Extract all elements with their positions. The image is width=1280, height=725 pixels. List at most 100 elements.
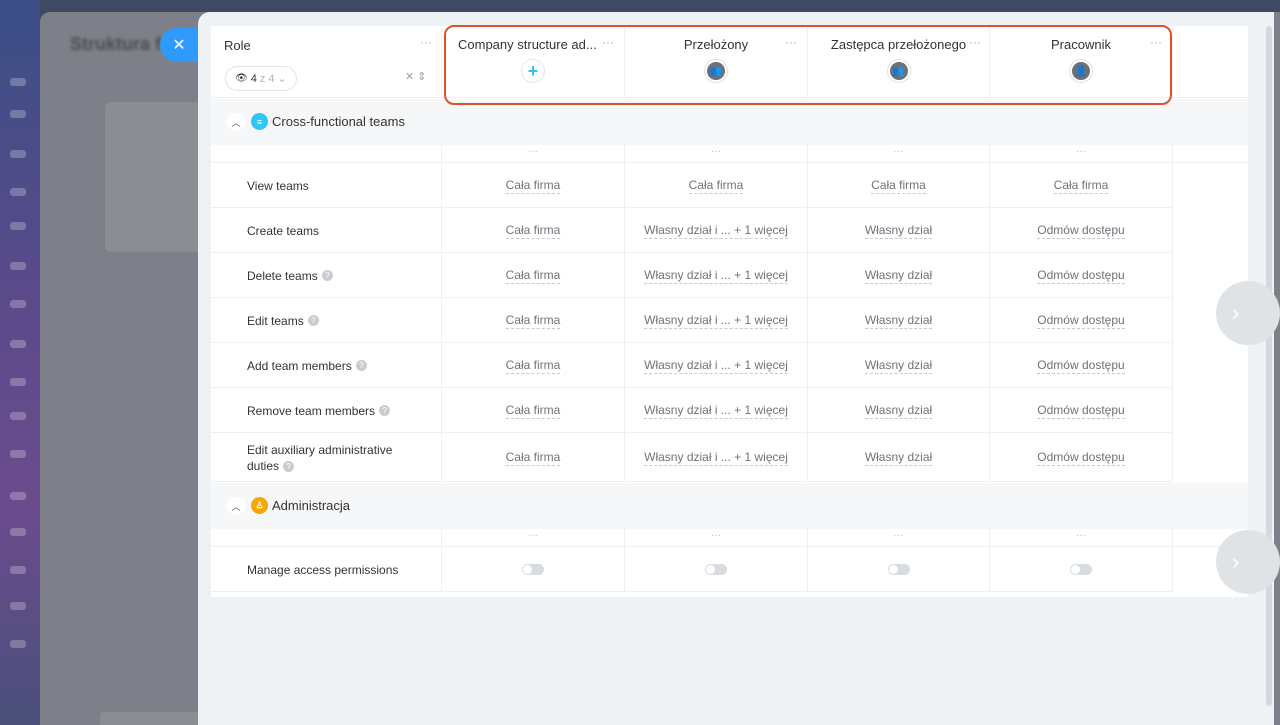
permission-value[interactable]: Odmów dostępu <box>990 343 1173 388</box>
section-cross-functional-teams: ︿ ≡ Cross-functional teams <box>211 99 1248 145</box>
section-title: Administracja <box>272 498 351 513</box>
permission-value[interactable]: Cała firma <box>442 433 625 482</box>
column-menu-icon[interactable]: ··· <box>602 35 614 49</box>
permission-value[interactable]: Cała firma <box>442 388 625 433</box>
permission-value[interactable]: Własny dział i ... + 1 więcej <box>625 208 808 253</box>
permission-toggle-cell <box>442 547 625 592</box>
close-slider-button[interactable]: ✕ <box>160 28 198 62</box>
permission-toggle-cell <box>625 547 808 592</box>
permission-value[interactable]: Własny dział i ... + 1 więcej <box>625 298 808 343</box>
permission-toggle[interactable] <box>522 564 544 575</box>
chevron-up-icon[interactable]: ︿ <box>227 497 245 515</box>
table-row: Create teams Cała firma Własny dział i .… <box>211 208 1173 253</box>
permission-value[interactable]: Własny dział <box>808 388 990 433</box>
row-label: Manage access permissions <box>211 547 442 592</box>
column-title: Zastępca przełożonego <box>830 37 967 52</box>
permission-toggle[interactable] <box>1070 564 1092 575</box>
role-menu-icon[interactable]: ··· <box>420 35 432 49</box>
permission-value[interactable]: Cała firma <box>625 163 808 208</box>
more-icon[interactable]: ··· <box>990 529 1173 547</box>
permission-toggle[interactable] <box>705 564 727 575</box>
row-label: Edit teams? <box>211 298 442 343</box>
column-menu-icon[interactable]: ··· <box>969 35 981 49</box>
row-label: Delete teams? <box>211 253 442 298</box>
permission-value[interactable]: Odmów dostępu <box>990 253 1173 298</box>
scrollbar[interactable] <box>1266 26 1272 706</box>
permission-value[interactable]: Własny dział <box>808 253 990 298</box>
help-icon[interactable]: ? <box>379 405 391 416</box>
column-menu-row: ··· ··· ··· ··· <box>211 529 1248 547</box>
permissions-table: Role ··· 👁 4 z 4 ⌄ ✕ ⇕ Company structure… <box>211 26 1248 597</box>
column-header-pracownik[interactable]: Pracownik ··· 👤 <box>990 26 1173 98</box>
more-icon[interactable]: ··· <box>990 145 1173 163</box>
table-row: Manage access permissions <box>211 547 1173 592</box>
collapse-expand-icons[interactable]: ✕ ⇕ <box>405 70 427 83</box>
permission-value[interactable]: Cała firma <box>442 208 625 253</box>
table-row: Remove team members? Cała firma Własny d… <box>211 388 1173 433</box>
column-header-company-admin[interactable]: Company structure ad... ··· + <box>442 26 625 98</box>
help-icon[interactable]: ? <box>355 360 367 371</box>
permission-value[interactable]: Odmów dostępu <box>990 388 1173 433</box>
column-menu-icon[interactable]: ··· <box>785 35 797 49</box>
more-icon[interactable]: ··· <box>625 529 808 547</box>
permission-value[interactable]: Własny dział <box>808 343 990 388</box>
eye-icon: 👁 <box>235 73 248 84</box>
more-icon[interactable]: ··· <box>625 145 808 163</box>
permission-value[interactable]: Odmów dostępu <box>990 298 1173 343</box>
permission-value[interactable]: Własny dział i ... + 1 więcej <box>625 253 808 298</box>
chevron-right-icon: › <box>1232 300 1240 325</box>
more-icon[interactable]: ··· <box>808 145 990 163</box>
help-icon[interactable]: ? <box>283 460 295 472</box>
help-icon[interactable]: ? <box>307 315 319 326</box>
plus-icon[interactable]: + <box>521 59 545 83</box>
group-icon: 👥 <box>704 59 728 83</box>
more-icon[interactable]: ··· <box>808 529 990 547</box>
table-header: Role ··· 👁 4 z 4 ⌄ ✕ ⇕ Company structure… <box>211 26 1248 98</box>
permission-value[interactable]: Odmów dostępu <box>990 433 1173 482</box>
admin-icon: ♙ <box>251 497 268 514</box>
permission-value[interactable]: Własny dział <box>808 208 990 253</box>
help-icon[interactable]: ? <box>321 270 333 281</box>
visible-roles-counter[interactable]: 👁 4 z 4 ⌄ <box>225 66 297 91</box>
column-menu-icon[interactable]: ··· <box>1150 35 1162 49</box>
permission-value[interactable]: Cała firma <box>808 163 990 208</box>
role-header: Role ··· 👁 4 z 4 ⌄ ✕ ⇕ <box>211 26 442 98</box>
chevron-down-icon: ⌄ <box>277 73 287 85</box>
chevron-right-icon: › <box>1232 549 1240 574</box>
permission-value[interactable]: Cała firma <box>990 163 1173 208</box>
more-icon[interactable]: ··· <box>442 529 625 547</box>
row-label: Remove team members? <box>211 388 442 433</box>
background-sidebar <box>0 0 40 725</box>
column-header-przelozony[interactable]: Przełożony ··· 👥 <box>625 26 808 98</box>
row-label: Create teams <box>211 208 442 253</box>
permission-value[interactable]: Cała firma <box>442 343 625 388</box>
permission-value[interactable]: Własny dział <box>808 433 990 482</box>
scroll-right-button[interactable]: › <box>1216 530 1280 594</box>
table-row: Delete teams? Cała firma Własny dział i … <box>211 253 1173 298</box>
permission-value[interactable]: Cała firma <box>442 163 625 208</box>
permission-toggle[interactable] <box>887 564 910 575</box>
more-icon[interactable]: ··· <box>442 145 625 163</box>
permission-value[interactable]: Własny dział i ... + 1 więcej <box>625 433 808 482</box>
permission-value[interactable]: Cała firma <box>442 253 625 298</box>
column-title: Company structure ad... <box>458 37 597 52</box>
column-header-zastepca[interactable]: Zastępca przełożonego ··· 👥 <box>808 26 990 98</box>
table-row: View teams Cała firma Cała firma Cała fi… <box>211 163 1173 208</box>
row-label: Add team members? <box>211 343 442 388</box>
permission-value[interactable]: Własny dział i ... + 1 więcej <box>625 343 808 388</box>
background-title: Struktura f <box>70 34 162 54</box>
column-title: Przełożony <box>683 37 749 52</box>
visible-count: 4 <box>250 72 257 85</box>
chevron-up-icon[interactable]: ︿ <box>227 113 245 131</box>
table-row: Edit teams? Cała firma Własny dział i ..… <box>211 298 1173 343</box>
section-administracja: ︿ ♙ Administracja <box>211 483 1248 529</box>
table-row: Edit auxiliary administrative duties? Ca… <box>211 433 1173 482</box>
user-icon: 👤 <box>1069 59 1093 83</box>
permission-value[interactable]: Własny dział <box>808 298 990 343</box>
permission-value[interactable]: Odmów dostępu <box>990 208 1173 253</box>
row-label: Edit auxiliary administrative duties? <box>211 433 442 482</box>
permission-value[interactable]: Cała firma <box>442 298 625 343</box>
scroll-right-button[interactable]: › <box>1216 281 1280 345</box>
permission-value[interactable]: Własny dział i ... + 1 więcej <box>625 388 808 433</box>
teams-icon: ≡ <box>251 113 268 130</box>
